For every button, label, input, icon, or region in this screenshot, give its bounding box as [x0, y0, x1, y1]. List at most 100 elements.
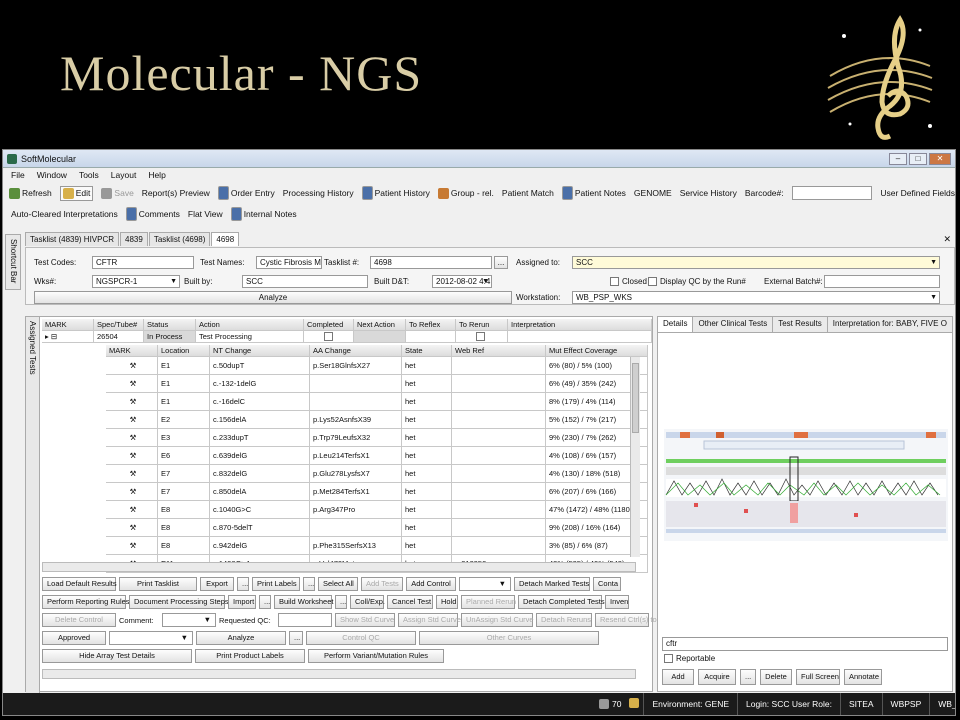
print-labels-button[interactable]: Print Labels	[252, 577, 300, 591]
patient-history-button[interactable]: Patient History	[361, 186, 430, 200]
display-qc-checkbox[interactable]	[648, 277, 657, 286]
mark-cell[interactable]: ⚒	[106, 375, 158, 393]
conta-button[interactable]: Conta	[593, 577, 621, 591]
to-rerun-checkbox[interactable]	[476, 332, 485, 341]
mutation-row[interactable]: ⚒ E7 c.832delG p.Glu278LysfsX7 het 4% (130) /…	[106, 465, 652, 483]
processing-history-button[interactable]: Processing History	[283, 188, 354, 198]
shortcut-bar[interactable]: Shortcut Bar	[5, 234, 21, 290]
bottom-horizontal-scrollbar[interactable]	[42, 669, 636, 679]
report-preview-button[interactable]: Report(s) Preview	[142, 188, 210, 198]
load-default-results-button[interactable]: Load Default Results	[42, 577, 117, 591]
mutation-row[interactable]: ⚒ E7 c.850delA p.Met284TerfsX1 het 6% (207) /…	[106, 483, 652, 501]
assigned-to-select[interactable]: SCC ▼	[572, 256, 940, 269]
col-aa-change[interactable]: AA Change	[310, 345, 402, 357]
detach-marked-tests-button[interactable]: Detach Marked Tests	[514, 577, 590, 591]
mark-tool-icon[interactable]: ⚒	[130, 379, 137, 388]
mutation-row[interactable]: ⚒ E3 c.233dupT p.Trp79LeufsX32 het 9% (230) /…	[106, 429, 652, 447]
control-qc-button[interactable]: Control QC	[306, 631, 416, 645]
tab-interpretation[interactable]: Interpretation for: BABY, FIVE O	[827, 317, 953, 332]
col-nt-change[interactable]: NT Change	[210, 345, 310, 357]
auto-cleared-button[interactable]: Auto-Cleared Interpretations	[11, 209, 118, 219]
minimize-button[interactable]: –	[889, 152, 907, 165]
save-button[interactable]: Save	[101, 187, 134, 199]
mark-cell[interactable]: ⚒	[106, 429, 158, 447]
add-control-button[interactable]: Add Control	[406, 577, 456, 591]
completed-checkbox[interactable]	[324, 332, 333, 341]
tab-details[interactable]: Details	[658, 317, 694, 332]
col-state[interactable]: State	[402, 345, 452, 357]
col-mark[interactable]: MARK	[42, 319, 94, 331]
expand-toggle-icon[interactable]: ▸ ⊟	[42, 331, 94, 343]
mutation-row[interactable]: ⚒ E1 c.50dupT p.Ser18GlnfsX27 het 6% (80) / 5…	[106, 357, 652, 375]
mutation-row[interactable]: ⚒ E2 c.156delA p.Lys52AsnfsX39 het 5% (152) /…	[106, 411, 652, 429]
external-batch-field[interactable]	[824, 275, 940, 288]
col-next-action[interactable]: Next Action	[354, 319, 406, 331]
tasklist-browse-button[interactable]: ...	[494, 256, 508, 269]
details-input[interactable]: cftr	[662, 637, 948, 651]
export-more-button[interactable]: ...	[237, 577, 249, 591]
mutation-row[interactable]: ⚒ E6 c.639delG p.Leu214TerfsX1 het 4% (108) /…	[106, 447, 652, 465]
mark-cell[interactable]: ⚒	[106, 357, 158, 375]
tab-tasklist-4839[interactable]: Tasklist (4839) HIVPCR	[25, 232, 120, 246]
mark-cell[interactable]: ⚒	[106, 519, 158, 537]
select-all-button[interactable]: Select All	[318, 577, 358, 591]
tab-test-results[interactable]: Test Results	[773, 317, 828, 332]
mark-cell[interactable]: ⚒	[106, 393, 158, 411]
menu-file[interactable]: File	[11, 170, 25, 180]
mark-tool-icon[interactable]: ⚒	[130, 451, 137, 460]
close-tab-icon[interactable]: ✕	[943, 234, 951, 245]
delete-button[interactable]: Delete	[760, 669, 792, 685]
mark-cell[interactable]: ⚒	[106, 411, 158, 429]
tab-4698[interactable]: 4698	[211, 232, 240, 246]
approved-button[interactable]: Approved	[42, 631, 106, 645]
tab-other-clinical-tests[interactable]: Other Clinical Tests	[693, 317, 774, 332]
unassign-std-curve-button[interactable]: UnAssign Std Curve	[461, 613, 534, 627]
comments-button[interactable]: Comments	[125, 207, 180, 221]
barcode-input[interactable]	[791, 186, 873, 200]
perform-reporting-rules-button[interactable]: Perform Reporting Rules	[42, 595, 130, 609]
control-select[interactable]: ▼	[459, 577, 511, 591]
mark-tool-icon[interactable]: ⚒	[130, 541, 137, 550]
col-interpretation[interactable]: Interpretation	[508, 319, 652, 331]
patient-notes-button[interactable]: Patient Notes	[561, 186, 626, 200]
sequence-alignment-viewer[interactable]	[664, 429, 948, 541]
mark-tool-icon[interactable]: ⚒	[130, 523, 137, 532]
scroll-thumb[interactable]	[632, 363, 639, 433]
mark-tool-icon[interactable]: ⚒	[130, 433, 137, 442]
export-button[interactable]: Export	[200, 577, 234, 591]
document-processing-steps-button[interactable]: Document Processing Steps	[129, 595, 229, 609]
assigned-tests-tab[interactable]: Assigned Tests	[26, 317, 40, 693]
built-dt-field[interactable]: 2012-08-02 4:4 ▼	[432, 275, 492, 288]
mark-cell[interactable]: ⚒	[106, 537, 158, 555]
mutation-row[interactable]: ⚒ E8 c.1040G>C p.Arg347Pro het 47% (1472) / 4…	[106, 501, 652, 519]
mark-cell[interactable]: ⚒	[106, 501, 158, 519]
approval-select[interactable]: ▼	[109, 631, 193, 645]
import-button[interactable]: Import	[228, 595, 256, 609]
full-screen-button[interactable]: Full Screen	[796, 669, 840, 685]
delete-control-button[interactable]: Delete Control	[42, 613, 116, 627]
add-tests-button[interactable]: Add Tests	[361, 577, 403, 591]
perform-variant-rules-button[interactable]: Perform Variant/Mutation Rules	[308, 649, 444, 663]
edit-button[interactable]: Edit	[59, 185, 94, 201]
print-labels-more-button[interactable]: ...	[303, 577, 315, 591]
test-row[interactable]: ▸ ⊟ 26504 In Process Test Processing	[42, 331, 652, 343]
col-to-reflex[interactable]: To Reflex	[406, 319, 456, 331]
build-worksheet-more-button[interactable]: ...	[335, 595, 347, 609]
flat-view-button[interactable]: Flat View	[188, 209, 223, 219]
genome-button[interactable]: GENOME	[634, 188, 672, 198]
acquire-more-button[interactable]: ...	[740, 669, 756, 685]
refresh-button[interactable]: Refresh	[9, 187, 52, 199]
tab-4839[interactable]: 4839	[120, 232, 148, 246]
col-mut-effect-coverage[interactable]: Mut Effect Coverage	[546, 345, 648, 357]
mutations-vertical-scrollbar[interactable]	[630, 357, 640, 557]
menu-window[interactable]: Window	[37, 170, 67, 180]
mark-tool-icon[interactable]: ⚒	[130, 505, 137, 514]
service-history-button[interactable]: Service History	[680, 188, 737, 198]
workstation-select[interactable]: WB_PSP_WKS ▼	[572, 291, 940, 304]
wks-select[interactable]: NGSPCR-1 ▼	[92, 275, 180, 288]
mutation-row[interactable]: ⚒ E8 c.942delG p.Phe315SerfsX13 het 3% (85) /…	[106, 537, 652, 555]
cancel-test-button[interactable]: Cancel Test	[387, 595, 433, 609]
print-tasklist-button[interactable]: Print Tasklist	[119, 577, 197, 591]
assign-std-curve-button[interactable]: Assign Std Curve	[398, 613, 461, 627]
planned-rerun-button[interactable]: Planned Rerun	[461, 595, 516, 609]
